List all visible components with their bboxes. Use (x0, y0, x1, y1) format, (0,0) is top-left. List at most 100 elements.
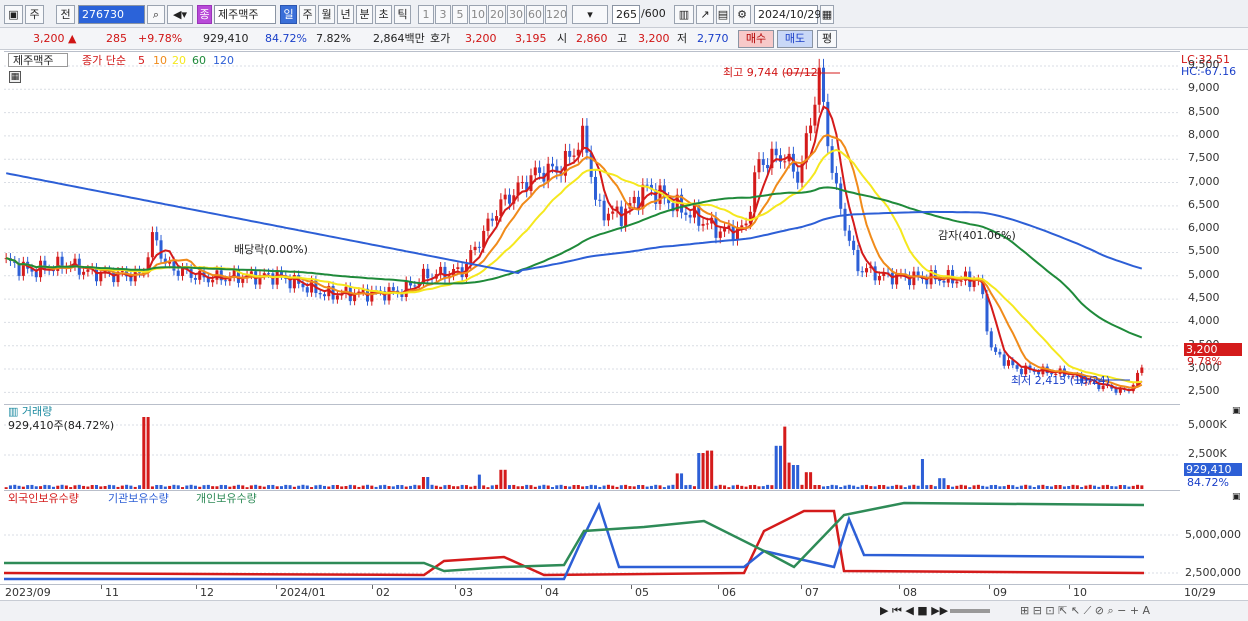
volume-bar (245, 487, 249, 489)
interval-tab[interactable]: 1 (418, 5, 434, 24)
trade-amount: 2,864백만 (373, 32, 425, 45)
volume-bar (30, 484, 34, 489)
search-icon[interactable]: ⌕ (147, 5, 165, 24)
code-input[interactable]: 276730 (78, 5, 145, 24)
candle-body (413, 285, 417, 287)
volume-bar (989, 485, 993, 489)
volume-bar (1054, 485, 1058, 489)
calendar-icon[interactable]: ▦ (820, 5, 834, 24)
date-tick (718, 585, 719, 589)
volume-bar (236, 484, 240, 489)
tool-icons[interactable]: ⊞ ⊟ ⊡ ⇱ ↖ ⟋ ⊘ ⌕ − + A (1020, 604, 1150, 617)
volume-bar (391, 486, 395, 489)
volume-bar (77, 484, 81, 489)
candle-body (594, 176, 598, 200)
speaker-icon[interactable]: ◀▾ (167, 5, 193, 24)
scroll-thumb[interactable] (950, 609, 990, 613)
volume-bar (895, 484, 899, 489)
volume-bar (138, 485, 142, 489)
stock-name-field[interactable]: 제주맥주 (214, 5, 276, 24)
interval-tab[interactable]: 60 (526, 5, 544, 24)
volume-bar (701, 453, 705, 489)
save-icon[interactable]: ▤ (716, 5, 730, 24)
volume-panel[interactable] (4, 404, 1180, 489)
eval-button[interactable]: 평 (817, 30, 837, 48)
volume-bar (254, 484, 258, 489)
volume-bar (852, 485, 856, 489)
last-price-pct: 9.78% (1187, 355, 1222, 368)
volume-bar (525, 484, 529, 489)
volume-bar (542, 484, 546, 489)
sell-button[interactable]: 매도 (777, 30, 813, 48)
interval-dropdown[interactable]: ▾ (572, 5, 608, 24)
scroll-controls[interactable]: ▶ ⏮ ◀ ■ ▶▶ (880, 604, 948, 617)
volume-bar (826, 486, 830, 489)
table-icon[interactable]: ▦ (9, 71, 21, 83)
period-tab[interactable]: 초 (375, 5, 392, 24)
last-volume-box: 929,410 (1184, 463, 1242, 476)
volume-value: 929,410 (203, 32, 249, 45)
period-tab[interactable]: 월 (318, 5, 335, 24)
candle-body (1118, 388, 1122, 393)
price-panel[interactable] (4, 51, 1180, 403)
buy-button[interactable]: 매수 (738, 30, 774, 48)
volume-bar (628, 486, 632, 489)
period-tab[interactable]: 주 (299, 5, 316, 24)
prev-button[interactable]: 전 (56, 5, 75, 24)
volume-bar (731, 485, 735, 489)
holdings-close-icon[interactable]: ▣ (1232, 491, 1241, 504)
volume-bar (550, 487, 554, 489)
date-input[interactable]: 2024/10/29 (754, 5, 821, 24)
volume-bar (310, 487, 314, 489)
candle-body (176, 270, 180, 276)
price-tick: 5,000 (1188, 267, 1220, 281)
price-chart[interactable] (4, 52, 1180, 404)
draw-icon[interactable]: ↗ (696, 5, 714, 24)
candle-body (757, 159, 761, 173)
volume-bar (486, 487, 490, 489)
volume-bar (680, 473, 684, 489)
candle-body (159, 240, 163, 259)
candle-body (740, 225, 744, 228)
volume-bar (146, 417, 150, 489)
interval-tab[interactable]: 20 (488, 5, 506, 24)
volume-bar (142, 417, 146, 489)
date-label: 10/29 (1184, 586, 1216, 599)
volume-bar (886, 486, 890, 489)
volume-bar (271, 484, 275, 489)
period-tab[interactable]: 일 (280, 5, 297, 24)
interval-tab[interactable]: 5 (452, 5, 468, 24)
volume-bar (809, 472, 813, 489)
volume-bar (383, 484, 387, 489)
candle-icon[interactable]: ▥ (674, 5, 694, 24)
candle-body (581, 125, 585, 150)
volume-bar (357, 486, 361, 489)
volume-bar (727, 487, 731, 489)
interval-tab[interactable]: 10 (469, 5, 487, 24)
count-input[interactable]: 265 (612, 5, 640, 24)
volume-bar (129, 485, 133, 489)
interval-tab[interactable]: 3 (435, 5, 451, 24)
interval-tab[interactable]: 30 (507, 5, 525, 24)
period-tab[interactable]: 틱 (394, 5, 411, 24)
market-select[interactable]: 주 (25, 5, 44, 24)
gear-icon[interactable]: ⚙ (733, 5, 751, 24)
dividend-annotation: 배당락(0.00%) (234, 243, 308, 256)
period-tab[interactable]: 분 (356, 5, 373, 24)
volume-bar (1071, 484, 1075, 489)
volume-bar (757, 486, 761, 489)
low-price: 2,770 (697, 32, 729, 45)
layout-icon[interactable]: ▣ (4, 5, 23, 24)
stock-name-tag[interactable]: 제주맥주 (8, 53, 68, 67)
holdings-panel[interactable] (4, 490, 1180, 584)
holdings-chart[interactable] (4, 491, 1180, 585)
date-label: 10 (1073, 586, 1087, 599)
date-label: 2023/09 (5, 586, 51, 599)
interval-tab[interactable]: 120 (545, 5, 567, 24)
volume-chart[interactable] (4, 405, 1180, 490)
volume-close-icon[interactable]: ▣ (1232, 405, 1241, 418)
period-tab[interactable]: 년 (337, 5, 354, 24)
volume-bar (331, 485, 335, 489)
volume-pct: 84.72% (265, 32, 307, 45)
ma-line-10 (5, 133, 1143, 389)
